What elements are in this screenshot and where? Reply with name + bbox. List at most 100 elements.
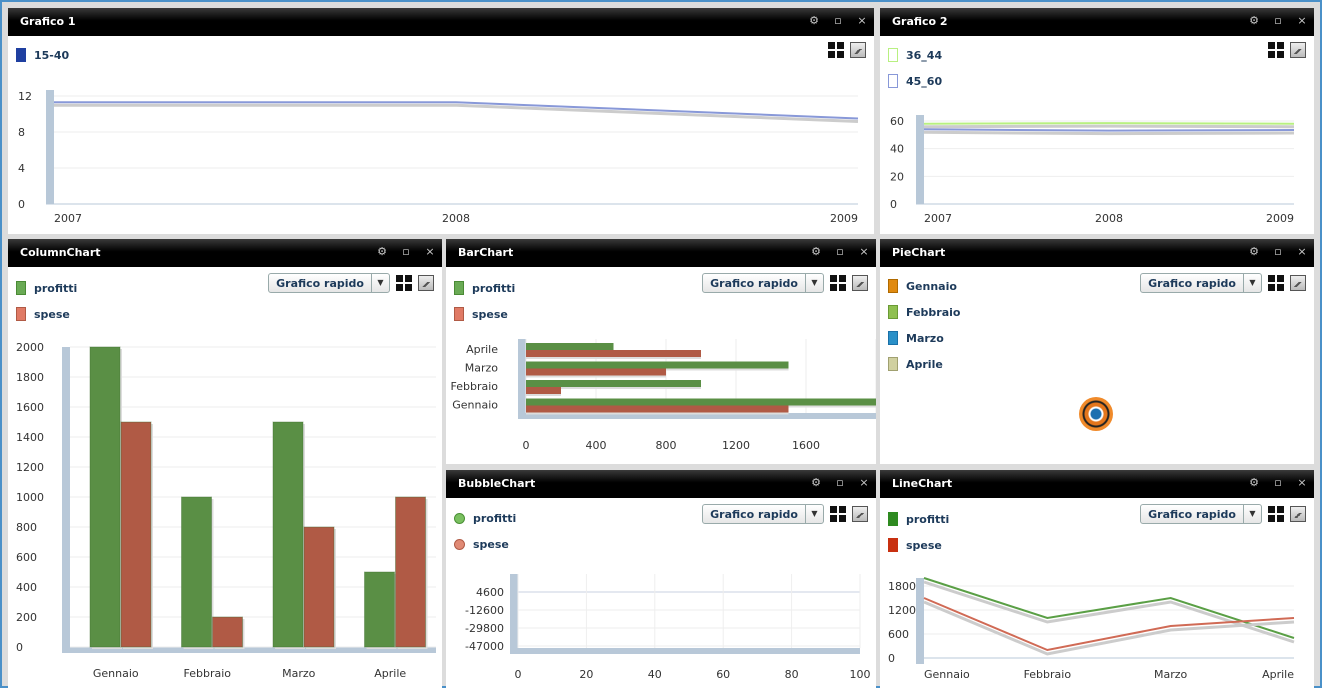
y-tick-label: 4 <box>18 162 25 175</box>
x-tick-label: 400 <box>586 439 607 452</box>
bar <box>364 571 395 648</box>
gear-icon[interactable]: ⚙ <box>810 245 822 258</box>
legend-swatch <box>888 279 898 293</box>
y-axis-bar <box>62 347 70 653</box>
bar <box>120 421 152 648</box>
x-tick-label: 2008 <box>1095 212 1123 225</box>
y-tick-label: 800 <box>16 521 37 534</box>
maximize-icon[interactable]: ▫ <box>400 245 412 258</box>
panel-header[interactable]: BubbleChart ⚙ ▫ × <box>446 470 876 498</box>
bar <box>526 387 561 394</box>
series-line <box>923 122 1295 125</box>
close-icon[interactable]: × <box>858 245 870 258</box>
panel-title: BubbleChart <box>458 477 536 490</box>
series-shadow <box>923 130 1295 136</box>
y-tick-label: 2000 <box>16 341 44 354</box>
maximize-icon[interactable]: ▫ <box>1272 476 1284 489</box>
x-tick-label: 800 <box>656 439 677 452</box>
y-tick-label: Aprile <box>466 343 498 356</box>
x-tick-label: Aprile <box>1262 668 1294 681</box>
legend-swatch <box>888 357 898 371</box>
y-tick-label: 1200 <box>888 604 916 617</box>
x-axis-bar <box>518 648 860 654</box>
maximize-icon[interactable]: ▫ <box>834 476 846 489</box>
panel-barchart: BarChart ⚙ ▫ × profitti spese Grafico rapi… <box>446 239 876 464</box>
panel-header[interactable]: BarChart ⚙ ▫ × <box>446 239 876 267</box>
legend-item[interactable]: Aprile <box>888 357 943 371</box>
bar <box>526 343 614 350</box>
panel-header[interactable]: LineChart ⚙ ▫ × <box>880 470 1314 498</box>
y-tick-label: 1800 <box>16 371 44 384</box>
select-label: Grafico rapido <box>1148 276 1236 290</box>
y-axis-bar <box>916 578 924 664</box>
x-tick-label: 100 <box>850 668 871 681</box>
close-icon[interactable]: × <box>1296 14 1308 27</box>
chart-barchart: 040080012001600200AprileMarzoFebbraioGen… <box>450 339 876 452</box>
panel-header[interactable]: PieChart ⚙ ▫ × <box>880 239 1314 267</box>
gear-icon[interactable]: ⚙ <box>1248 476 1260 489</box>
legend-item[interactable]: Marzo <box>888 331 944 345</box>
gear-icon[interactable]: ⚙ <box>1248 14 1260 27</box>
x-tick-label: 2009 <box>1266 212 1294 225</box>
close-icon[interactable]: × <box>856 14 868 27</box>
grid-layout-icon[interactable] <box>1268 275 1284 291</box>
panel-header[interactable]: Grafico 2 ⚙ ▫ × <box>880 8 1314 36</box>
y-tick-label: -29800 <box>465 622 504 635</box>
legend-label: Gennaio <box>906 279 957 293</box>
bar <box>181 496 212 648</box>
x-tick-label: Gennaio <box>93 667 139 680</box>
panel-header[interactable]: Grafico 1 ⚙ ▫ × <box>8 8 874 36</box>
bar <box>526 368 666 376</box>
chart-linechart: 0 600 1200 1800 Gennaio Febbraio Marzo Aprile <box>888 577 1295 681</box>
maximize-icon[interactable]: ▫ <box>832 14 844 27</box>
chart-columnchart: 0 200 400 600 800 1000 1200 1400 1600 1800 2000 Gen… <box>16 341 436 680</box>
panel-header[interactable]: ColumnChart ⚙ ▫ × <box>8 239 442 267</box>
close-icon[interactable]: × <box>424 245 436 258</box>
y-tick-label: 1000 <box>16 491 44 504</box>
legend-swatch <box>888 331 898 345</box>
chevron-down-icon[interactable]: ▼ <box>1243 274 1261 292</box>
bar <box>303 526 335 648</box>
panel-title: LineChart <box>892 477 953 490</box>
close-icon[interactable]: × <box>1296 245 1308 258</box>
bar <box>526 405 789 413</box>
panel-title: ColumnChart <box>20 246 101 259</box>
panel-grafico-2: Grafico 2 ⚙ ▫ × 36_44 45_60 0 20 40 60 2007 200… <box>880 8 1314 234</box>
close-icon[interactable]: × <box>858 476 870 489</box>
legend-item[interactable]: Gennaio <box>888 279 957 293</box>
bar <box>89 346 121 648</box>
dashboard: Grafico 1 ⚙ ▫ × 15-40 0 4 8 12 2007 2008 2009 Gr… <box>2 2 1320 688</box>
gear-icon[interactable]: ⚙ <box>376 245 388 258</box>
gear-icon[interactable]: ⚙ <box>808 14 820 27</box>
y-tick-label: 4600 <box>476 586 504 599</box>
x-tick-label: 1200 <box>722 439 750 452</box>
y-tick-label: 8 <box>18 126 25 139</box>
gear-icon[interactable]: ⚙ <box>810 476 822 489</box>
y-axis-bar <box>46 90 54 204</box>
panel-title: Grafico 2 <box>892 15 948 28</box>
x-tick-label: 1600 <box>792 439 820 452</box>
series-shadow <box>923 580 1295 644</box>
y-tick-label: Marzo <box>465 362 499 375</box>
close-icon[interactable]: × <box>1296 476 1308 489</box>
gear-icon[interactable]: ⚙ <box>1248 245 1260 258</box>
y-tick-label: 40 <box>890 143 904 156</box>
x-tick-label: 2007 <box>924 212 952 225</box>
legend-item[interactable]: Febbraio <box>888 305 960 319</box>
y-tick-label: Gennaio <box>452 399 498 412</box>
maximize-icon[interactable]: ▫ <box>1272 245 1284 258</box>
x-tick-label: 0 <box>515 668 522 681</box>
y-tick-label: 0 <box>890 198 897 211</box>
panel-linechart: LineChart ⚙ ▫ × profitti spese Grafico rap… <box>880 470 1314 688</box>
legend-swatch <box>888 305 898 319</box>
chart-type-select[interactable]: Grafico rapido ▼ <box>1140 273 1262 293</box>
y-tick-label: 1200 <box>16 461 44 474</box>
x-tick-label: 2009 <box>830 212 858 225</box>
maximize-icon[interactable]: ▫ <box>1272 14 1284 27</box>
x-tick-label: Aprile <box>374 667 406 680</box>
image-export-icon[interactable] <box>1290 275 1306 291</box>
panel-title: BarChart <box>458 246 514 259</box>
maximize-icon[interactable]: ▫ <box>834 245 846 258</box>
y-tick-label: 0 <box>16 641 23 654</box>
bar <box>272 421 304 648</box>
